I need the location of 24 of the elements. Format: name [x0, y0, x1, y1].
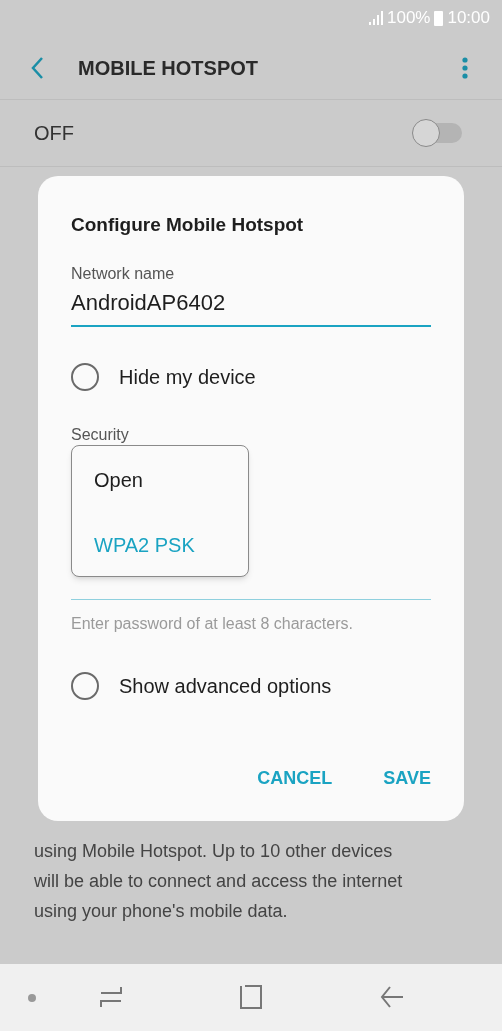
more-options-icon[interactable] — [462, 56, 468, 79]
screen-title: MOBILE HOTSPOT — [78, 55, 259, 81]
dialog-button[interactable]: CANCEL — [257, 766, 333, 790]
menu-item[interactable]: WPA2 PSK — [72, 531, 248, 559]
radio-button[interactable] — [71, 363, 99, 391]
radio-button[interactable] — [71, 672, 99, 700]
description-text: using Mobile Hotspot. Up to 10 other devices will be able to connect and access the internet using your phone's mobile data. — [34, 840, 403, 923]
battery-icon — [434, 10, 444, 26]
back-icon[interactable] — [30, 55, 44, 80]
signal-icon — [368, 11, 383, 25]
radio-label: Hide my device — [119, 365, 256, 390]
hint-text: Enter password of at least 8 characters. — [71, 614, 354, 634]
toggle-switch[interactable] — [412, 119, 464, 147]
field-label: Security — [71, 425, 130, 445]
switch-label: OFF — [34, 121, 75, 146]
dialog-title: Configure Mobile Hotspot — [71, 213, 305, 237]
back-nav-icon[interactable] — [380, 985, 404, 1009]
menu-item[interactable]: Open — [72, 466, 248, 494]
dialog-button[interactable]: SAVE — [383, 766, 431, 790]
network-name-field[interactable]: AndroidAP6402 — [71, 289, 431, 327]
recents-icon[interactable] — [99, 985, 123, 1009]
home-icon[interactable] — [239, 985, 263, 1009]
radio-label: Show advanced options — [119, 674, 332, 699]
field-label: Network name — [71, 264, 176, 284]
